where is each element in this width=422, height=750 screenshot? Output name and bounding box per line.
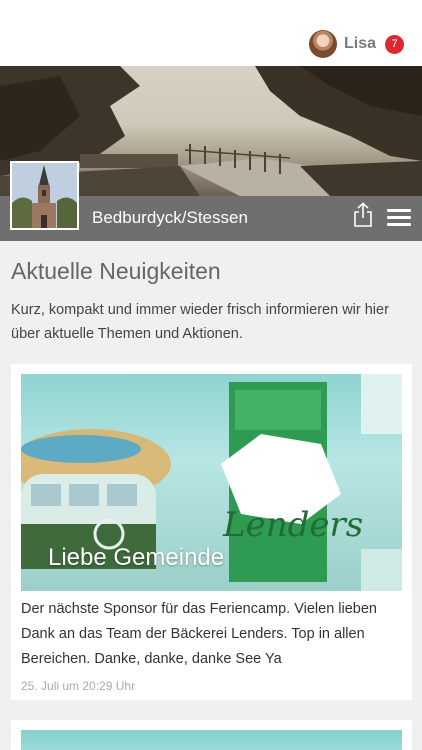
hamburger-menu-icon[interactable] (387, 209, 411, 227)
intro-text: Kurz, kompakt und immer wieder frisch in… (11, 302, 389, 342)
svg-text:Lenders: Lenders (222, 505, 363, 545)
user-profile-button[interactable]: Lisa 7 (308, 29, 404, 59)
news-card-text: Der nächste Sponsor für das Feriencamp. … (21, 601, 377, 667)
top-bar: Lisa 7 (0, 0, 422, 66)
user-name[interactable]: Lisa (344, 35, 376, 53)
page-title: Aktuelle Neuigkeiten (11, 258, 221, 284)
user-avatar[interactable] (308, 30, 337, 58)
share-icon[interactable] (352, 202, 374, 228)
news-card-next[interactable] (11, 720, 412, 750)
news-card-next-image[interactable] (21, 730, 402, 750)
notification-badge[interactable]: 7 (385, 34, 404, 54)
news-card-date: 25. Juli um 20:29 Uhr (21, 679, 136, 693)
news-card[interactable]: Lenders Liebe Gemeinde Der nächste Spons… (11, 364, 412, 700)
church-icon (12, 163, 77, 228)
news-card-title[interactable]: Liebe Gemeinde (48, 544, 224, 572)
location-thumbnail[interactable] (10, 161, 79, 230)
location-name[interactable]: Bedburdyck/Stessen (92, 208, 248, 228)
news-card-image[interactable]: Lenders Liebe Gemeinde (21, 374, 402, 591)
